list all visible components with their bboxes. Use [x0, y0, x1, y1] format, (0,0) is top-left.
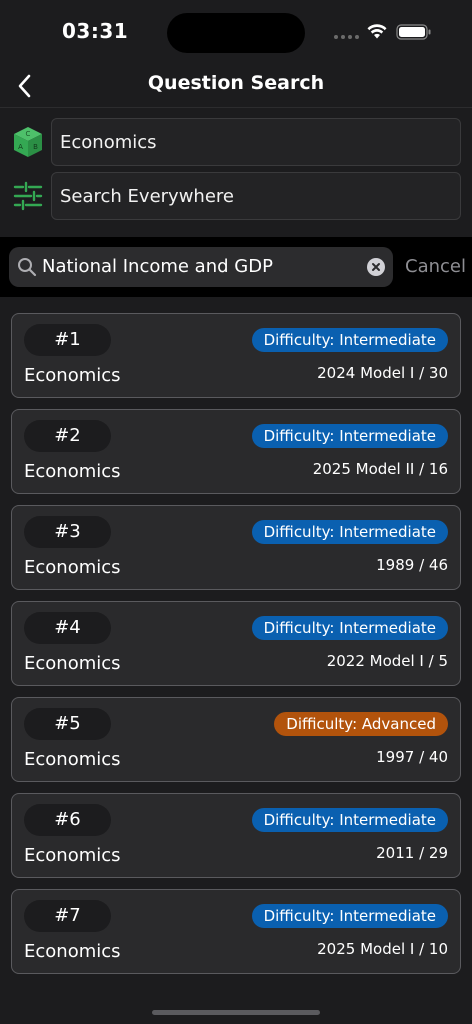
search-input[interactable]: National Income and GDP	[9, 247, 393, 287]
difficulty-badge: Difficulty: Intermediate	[251, 616, 448, 640]
question-source: 2022 Model I / 5	[326, 652, 448, 670]
question-number: #6	[24, 804, 111, 836]
search-query-text: National Income and GDP	[42, 256, 273, 277]
search-scope-selector[interactable]: Search Everywhere	[51, 172, 461, 220]
difficulty-badge: Difficulty: Intermediate	[251, 328, 448, 352]
sliders-icon	[13, 181, 43, 211]
navigation-bar: Question Search	[0, 64, 472, 108]
battery-icon	[396, 24, 431, 40]
status-time: 03:31	[62, 19, 129, 43]
page-title: Question Search	[147, 72, 325, 94]
nav-divider	[0, 107, 472, 108]
question-source: 1997 / 40	[376, 748, 448, 766]
question-card[interactable]: #3 Economics Difficulty: Intermediate 1989 …	[11, 505, 461, 590]
question-number: #1	[24, 324, 111, 356]
home-indicator	[152, 1010, 320, 1015]
question-number: #3	[24, 516, 111, 548]
question-source: 2025 Model I / 10	[317, 940, 448, 958]
svg-text:B: B	[33, 143, 38, 151]
question-source: 2024 Model I / 30	[317, 364, 448, 382]
question-subject: Economics	[24, 749, 121, 770]
difficulty-badge: Difficulty: Intermediate	[251, 424, 448, 448]
svg-text:A: A	[18, 143, 23, 151]
question-card[interactable]: #5 Economics Difficulty: Advanced 1997 / 40	[11, 697, 461, 782]
cancel-button[interactable]: Cancel	[405, 256, 466, 277]
question-card[interactable]: #6 Economics Difficulty: Intermediate 2011 …	[11, 793, 461, 878]
svg-text:C: C	[26, 130, 31, 138]
question-card[interactable]: #4 Economics Difficulty: Intermediate 2022 …	[11, 601, 461, 686]
question-source: 2025 Model II / 16	[312, 460, 448, 478]
question-subject: Economics	[24, 941, 121, 962]
question-subject: Economics	[24, 653, 121, 674]
question-card[interactable]: #1 Economics Difficulty: Intermediate 2024 …	[11, 313, 461, 398]
question-card[interactable]: #2 Economics Difficulty: Intermediate 2025 …	[11, 409, 461, 494]
question-number: #4	[24, 612, 111, 644]
status-bar: 03:31	[0, 0, 472, 64]
subject-cube-icon: C A B	[14, 127, 42, 157]
question-number: #2	[24, 420, 111, 452]
question-card[interactable]: #7 Economics Difficulty: Intermediate 2025 …	[11, 889, 461, 974]
scope-filter-row: Search Everywhere	[0, 170, 472, 222]
search-icon	[18, 258, 37, 277]
question-list: #1 Economics Difficulty: Intermediate 2024 …	[11, 313, 461, 985]
wifi-icon	[367, 24, 387, 39]
question-subject: Economics	[24, 365, 121, 386]
question-number: #7	[24, 900, 111, 932]
dynamic-island	[167, 13, 305, 53]
subject-selector[interactable]: Economics	[51, 118, 461, 166]
close-icon	[372, 263, 380, 271]
question-subject: Economics	[24, 461, 121, 482]
question-subject: Economics	[24, 557, 121, 578]
question-subject: Economics	[24, 845, 121, 866]
question-source: 1989 / 46	[376, 556, 448, 574]
subject-filter-row: C A B Economics	[0, 116, 472, 168]
cellular-signal-icon	[334, 35, 359, 39]
clear-search-button[interactable]	[367, 258, 385, 276]
difficulty-badge: Difficulty: Intermediate	[251, 520, 448, 544]
question-number: #5	[24, 708, 111, 740]
search-bar: National Income and GDP Cancel	[0, 237, 472, 297]
difficulty-badge: Difficulty: Intermediate	[251, 808, 448, 832]
question-source: 2011 / 29	[376, 844, 448, 862]
difficulty-badge: Difficulty: Advanced	[274, 712, 448, 736]
difficulty-badge: Difficulty: Intermediate	[251, 904, 448, 928]
